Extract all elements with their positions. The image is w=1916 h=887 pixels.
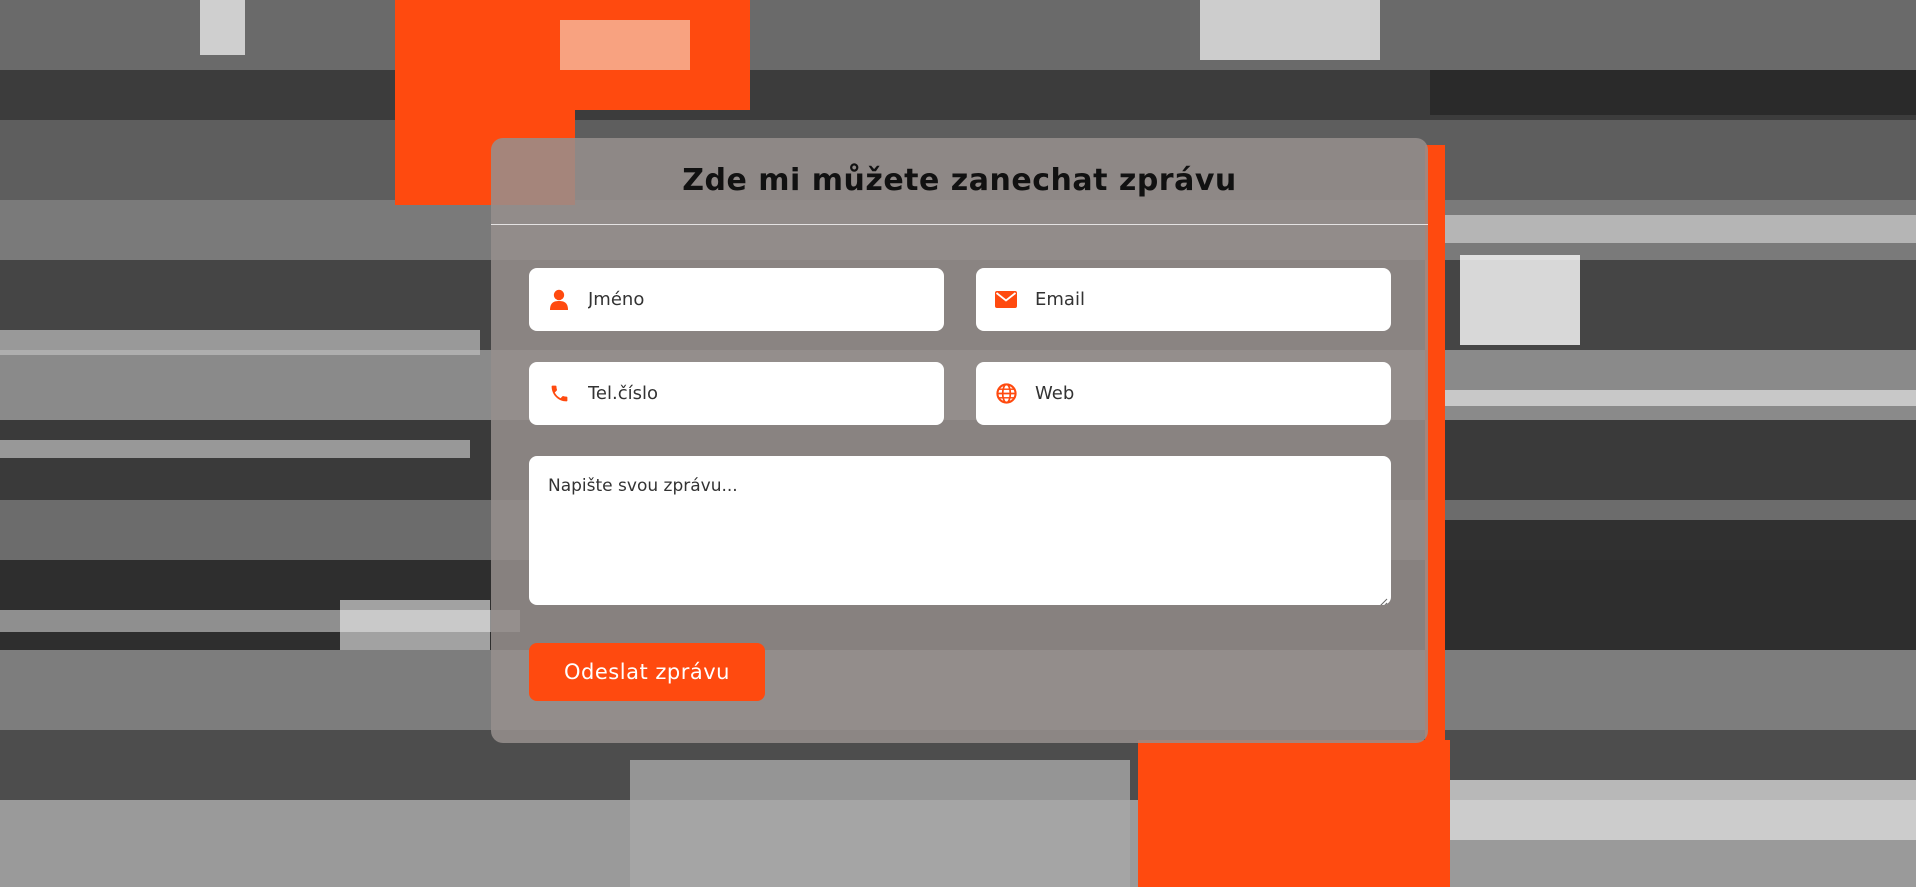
message-field[interactable]	[529, 456, 1391, 605]
envelope-icon	[995, 289, 1017, 311]
globe-icon	[995, 383, 1017, 405]
web-field[interactable]	[976, 362, 1391, 425]
user-icon	[548, 289, 570, 311]
message-textarea[interactable]	[529, 456, 1391, 605]
email-field[interactable]	[976, 268, 1391, 331]
submit-button[interactable]: Odeslat zprávu	[529, 643, 765, 701]
email-input[interactable]	[1035, 289, 1365, 310]
phone-input[interactable]	[588, 383, 918, 404]
resize-handle-icon[interactable]	[1378, 592, 1388, 605]
contact-form-card: Zde mi můžete zanechat zprávu Odeslat zp…	[491, 138, 1428, 743]
name-input[interactable]	[588, 289, 918, 310]
form-title: Zde mi můžete zanechat zprávu	[491, 138, 1428, 225]
phone-field[interactable]	[529, 362, 944, 425]
phone-icon	[548, 383, 570, 405]
name-field[interactable]	[529, 268, 944, 331]
web-input[interactable]	[1035, 383, 1365, 404]
